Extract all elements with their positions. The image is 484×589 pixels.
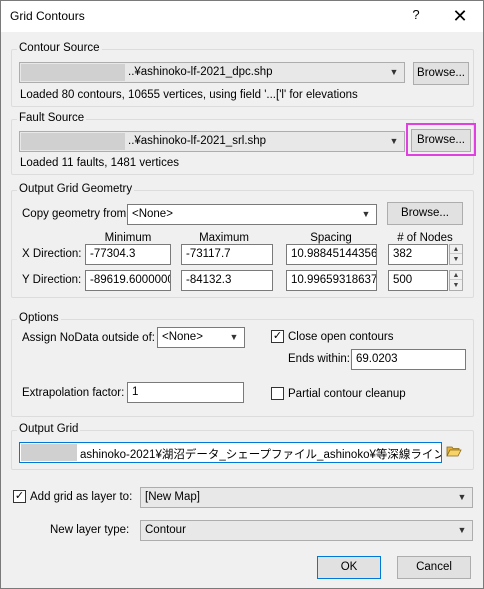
title-bar: Grid Contours ? ✕: [1, 1, 483, 32]
col-nodes: # of Nodes: [397, 232, 453, 244]
add-layer-label: Add grid as layer to:: [30, 491, 133, 503]
y-max-field[interactable]: -84132.3: [181, 270, 273, 291]
spin-down-icon[interactable]: ▼: [450, 255, 462, 264]
x-nodes-field[interactable]: 382: [388, 244, 448, 265]
x-direction-label: X Direction:: [22, 248, 82, 260]
x-spacing-value: 10.98845144356: [291, 248, 377, 260]
folder-open-icon[interactable]: [446, 444, 462, 458]
close-open-checkbox[interactable]: ✓: [271, 330, 284, 343]
layer-type-label: New layer type:: [50, 524, 130, 536]
x-nodes-value: 382: [393, 248, 413, 260]
y-nodes-field[interactable]: 500: [388, 270, 448, 291]
help-button[interactable]: ?: [405, 7, 427, 27]
x-min-value: -77304.3: [90, 248, 136, 260]
ends-within-label: Ends within:: [288, 353, 351, 365]
chevron-down-icon: ▼: [457, 492, 467, 502]
layer-type-combo[interactable]: Contour ▼: [140, 520, 473, 541]
col-spacing: Spacing: [310, 232, 352, 244]
ends-within-field[interactable]: 69.0203: [351, 349, 466, 370]
fault-source-status: Loaded 11 faults, 1481 vertices: [20, 157, 179, 169]
add-layer-value: [New Map]: [145, 491, 200, 503]
x-min-field[interactable]: -77304.3: [85, 244, 171, 265]
copy-geometry-label: Copy geometry from:: [22, 208, 130, 220]
output-grid-path-field[interactable]: ashinoko-2021¥湖沼データ_シェープファイル_ashinoko¥等深…: [19, 442, 442, 463]
fault-source-title: Fault Source: [17, 112, 87, 124]
close-open-label: Close open contours: [288, 331, 394, 343]
extrapolation-field[interactable]: 1: [127, 382, 244, 403]
fault-source-combo[interactable]: ..¥ashinoko-lf-2021_srl.shp ▼: [19, 131, 405, 152]
col-maximum: Maximum: [199, 232, 249, 244]
add-layer-combo[interactable]: [New Map] ▼: [140, 487, 473, 508]
redacted-path: [21, 444, 77, 461]
partial-cleanup-label: Partial contour cleanup: [288, 388, 406, 400]
redacted-path: [21, 133, 125, 150]
y-min-value: -89619.60000000: [90, 274, 170, 286]
output-grid-title: Output Grid: [17, 423, 81, 435]
y-nodes-spinner[interactable]: ▲ ▼: [449, 270, 463, 291]
y-spacing-value: 10.99659318637: [291, 274, 377, 286]
layer-type-value: Contour: [145, 524, 186, 536]
fault-source-path: ..¥ashinoko-lf-2021_srl.shp: [128, 135, 267, 147]
y-direction-label: Y Direction:: [22, 274, 82, 286]
close-icon[interactable]: ✕: [445, 5, 475, 27]
fault-browse-button[interactable]: Browse...: [411, 129, 471, 152]
contour-source-status: Loaded 80 contours, 10655 vertices, usin…: [20, 89, 358, 101]
contour-source-combo[interactable]: ..¥ashinoko-lf-2021_dpc.shp ▼: [19, 62, 405, 83]
col-minimum: Minimum: [104, 232, 152, 244]
redacted-path: [21, 64, 125, 81]
extrapolation-value: 1: [132, 386, 139, 398]
chevron-down-icon: ▼: [389, 136, 399, 146]
contour-source-path: ..¥ashinoko-lf-2021_dpc.shp: [128, 66, 273, 78]
copy-geometry-combo[interactable]: <None> ▼: [127, 204, 377, 225]
ok-button[interactable]: OK: [317, 556, 381, 579]
contour-browse-button[interactable]: Browse...: [413, 62, 469, 85]
output-geometry-title: Output Grid Geometry: [17, 183, 135, 195]
spin-up-icon[interactable]: ▲: [450, 245, 462, 254]
output-grid-path: ashinoko-2021¥湖沼データ_シェープファイル_ashinoko¥等深…: [80, 449, 441, 461]
x-nodes-spinner[interactable]: ▲ ▼: [449, 244, 463, 265]
copy-geometry-value: <None>: [132, 208, 173, 220]
nodata-value: <None>: [162, 331, 203, 343]
y-min-field[interactable]: -89619.60000000: [85, 270, 171, 291]
spin-down-icon[interactable]: ▼: [450, 281, 462, 290]
x-max-field[interactable]: -73117.7: [181, 244, 273, 265]
x-spacing-field[interactable]: 10.98845144356: [286, 244, 377, 265]
chevron-down-icon: ▼: [229, 332, 239, 342]
cancel-button[interactable]: Cancel: [397, 556, 471, 579]
extrapolation-label: Extrapolation factor:: [22, 387, 125, 399]
contour-source-title: Contour Source: [17, 42, 102, 54]
ends-within-value: 69.0203: [356, 353, 398, 365]
partial-cleanup-checkbox[interactable]: [271, 387, 284, 400]
geometry-browse-button[interactable]: Browse...: [387, 202, 463, 225]
chevron-down-icon: ▼: [457, 525, 467, 535]
window-title: Grid Contours: [10, 9, 85, 23]
y-max-value: -84132.3: [186, 274, 232, 286]
spin-up-icon[interactable]: ▲: [450, 271, 462, 280]
x-max-value: -73117.7: [186, 248, 231, 260]
chevron-down-icon: ▼: [389, 67, 399, 77]
grid-contours-dialog: Grid Contours ? ✕ Contour Source ..¥ashi…: [0, 0, 484, 589]
nodata-label: Assign NoData outside of:: [22, 332, 155, 344]
nodata-combo[interactable]: <None> ▼: [157, 327, 245, 348]
chevron-down-icon: ▼: [361, 209, 371, 219]
add-layer-checkbox[interactable]: ✓: [13, 490, 26, 503]
y-spacing-field[interactable]: 10.99659318637: [286, 270, 377, 291]
y-nodes-value: 500: [393, 274, 413, 286]
options-title: Options: [17, 312, 61, 324]
